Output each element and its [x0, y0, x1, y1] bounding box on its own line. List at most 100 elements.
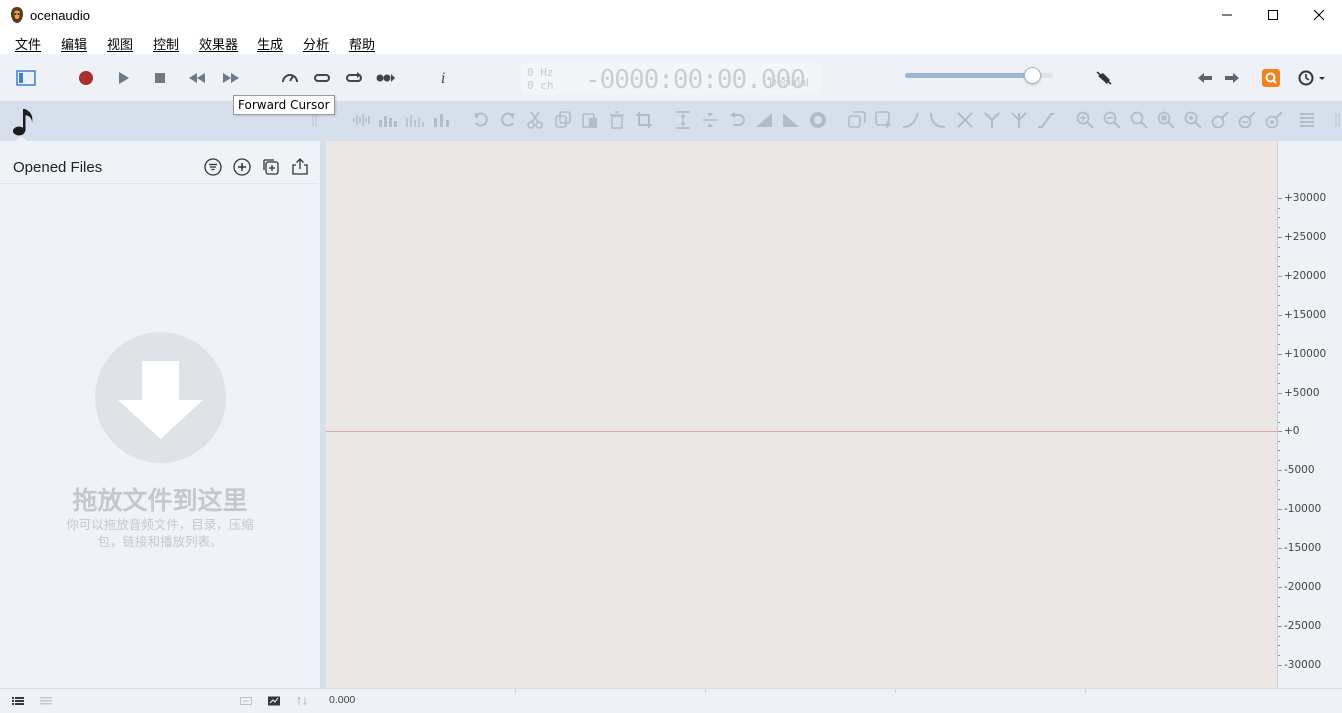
volume-slider[interactable]: [905, 67, 1053, 84]
undo-button[interactable]: [471, 110, 491, 130]
y-axis-label: +20000: [1284, 270, 1327, 282]
redo-button[interactable]: [498, 110, 518, 130]
delete-button[interactable]: [607, 110, 627, 130]
play-icon: [119, 72, 129, 84]
waveform-area[interactable]: [326, 141, 1277, 688]
list-view-button[interactable]: [11, 694, 25, 708]
ramp-button[interactable]: [1036, 110, 1056, 130]
paste-button[interactable]: [580, 110, 600, 130]
region-view-button[interactable]: [239, 694, 253, 708]
fast-forward-button[interactable]: [220, 67, 242, 89]
split-button[interactable]: [1009, 110, 1029, 130]
toolbar-grip-right[interactable]: [1328, 110, 1342, 130]
export-file-button[interactable]: [290, 157, 310, 177]
history-button[interactable]: [1296, 67, 1328, 89]
copy-button[interactable]: [553, 110, 573, 130]
loop-selection-button[interactable]: [343, 67, 365, 89]
zoom-selection-button[interactable]: [1156, 110, 1176, 130]
menu-help[interactable]: 帮助: [349, 34, 375, 53]
y-axis-label: +30000: [1284, 192, 1327, 204]
vst-plugin-button[interactable]: [1093, 67, 1115, 89]
maximize-button[interactable]: [1250, 0, 1296, 30]
y-axis-minor-tick: [1278, 256, 1280, 257]
info-button[interactable]: i: [433, 67, 455, 89]
y-axis-minor-tick: [1278, 538, 1280, 539]
crossfade-icon: [957, 112, 973, 128]
zoom-fit-button[interactable]: [1129, 110, 1149, 130]
reverse-button[interactable]: [727, 110, 747, 130]
fade-in-button[interactable]: [754, 110, 774, 130]
playback-speed-button[interactable]: [279, 67, 301, 89]
y-axis-label: -25000: [1284, 620, 1322, 632]
fade-out-button[interactable]: [781, 110, 801, 130]
amplitude-zoom-in-button[interactable]: [1210, 110, 1230, 130]
cut-button[interactable]: [525, 110, 545, 130]
normalize-button[interactable]: [352, 110, 372, 130]
y-axis-minor-tick: [1278, 247, 1280, 248]
amplitude-zoom-out-icon: [1238, 111, 1256, 129]
minimize-button[interactable]: [1204, 0, 1250, 30]
crossfade-button[interactable]: [955, 110, 975, 130]
menu-file[interactable]: 文件: [15, 34, 41, 53]
menu-analyze[interactable]: 分析: [303, 34, 329, 53]
menu-view[interactable]: 视图: [107, 34, 133, 53]
copy-icon: [555, 111, 571, 128]
back-button[interactable]: [1194, 67, 1216, 89]
record-button[interactable]: [75, 67, 97, 89]
sidebar-toggle-button[interactable]: [15, 67, 37, 89]
forward-cursor-button[interactable]: [375, 67, 397, 89]
curve-alt-button[interactable]: [928, 110, 948, 130]
loop-alt-icon: [346, 72, 362, 82]
amplitude-zoom-out-button[interactable]: [1237, 110, 1257, 130]
amplitude-zoom-fit-button[interactable]: [1264, 110, 1284, 130]
zoom-selection-icon: [1157, 111, 1175, 129]
curve-button[interactable]: [901, 110, 921, 130]
menu-generate[interactable]: 生成: [257, 34, 283, 53]
sort-button[interactable]: [295, 694, 309, 708]
add-icon: [233, 158, 251, 176]
loop-button[interactable]: [311, 67, 333, 89]
duplicate-region-button[interactable]: [847, 110, 867, 130]
play-button[interactable]: [112, 67, 134, 89]
search-app-button[interactable]: [1260, 67, 1282, 89]
y-axis-label: -20000: [1284, 581, 1322, 593]
rewind-button[interactable]: [186, 67, 208, 89]
curve-icon: [902, 112, 919, 128]
level-meter-button[interactable]: [1297, 110, 1317, 130]
y-axis-minor-tick: [1278, 383, 1280, 384]
zoom-out-button[interactable]: [1102, 110, 1122, 130]
time-format-label[interactable]: Decimal: [769, 77, 809, 89]
fast-forward-icon: [223, 73, 239, 83]
y-axis-minor-tick: [1278, 364, 1280, 365]
close-button[interactable]: [1296, 0, 1342, 30]
stop-button[interactable]: [149, 67, 171, 89]
sidebar-tab-files[interactable]: [0, 101, 50, 141]
y-axis-minor-tick: [1278, 480, 1280, 481]
merge-button[interactable]: [982, 110, 1002, 130]
collapse-button[interactable]: [700, 110, 720, 130]
duplicate-file-button[interactable]: [261, 157, 281, 177]
spectrum-button[interactable]: [405, 110, 425, 130]
y-axis-tick: [1278, 354, 1282, 355]
menu-effects[interactable]: 效果器: [199, 34, 238, 53]
menu-edit[interactable]: 编辑: [61, 34, 87, 53]
filter-button[interactable]: [203, 157, 223, 177]
equalizer-button[interactable]: [432, 110, 452, 130]
add-region-button[interactable]: [874, 110, 894, 130]
y-axis-tick: [1278, 587, 1282, 588]
zoom-in-button[interactable]: [1075, 110, 1095, 130]
forward-button[interactable]: [1221, 67, 1243, 89]
crop-button[interactable]: [634, 110, 654, 130]
zoom-all-button[interactable]: [1183, 110, 1203, 130]
compact-view-button[interactable]: [39, 694, 53, 708]
menu-control[interactable]: 控制: [153, 34, 179, 53]
effect-icon: [810, 112, 826, 128]
add-region-icon: [875, 111, 891, 128]
spectrogram-view-button[interactable]: [267, 694, 281, 708]
effect-button[interactable]: [808, 110, 828, 130]
zoom-out-icon: [1103, 111, 1121, 129]
insert-silence-button[interactable]: [673, 110, 693, 130]
mute-speaker-icon: [1096, 71, 1112, 85]
amplify-button[interactable]: [378, 110, 398, 130]
add-file-button[interactable]: [232, 157, 252, 177]
